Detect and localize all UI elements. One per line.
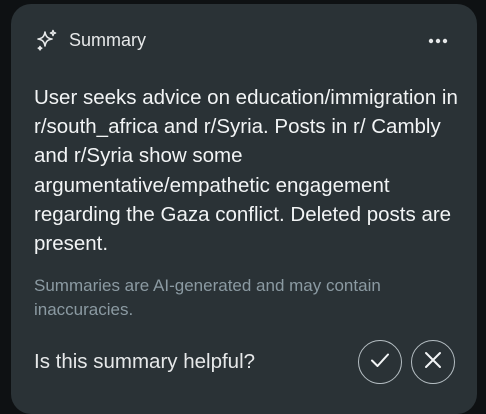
feedback-row: Is this summary helpful? <box>34 338 455 386</box>
ai-disclaimer: Summaries are AI-generated and may conta… <box>34 276 381 319</box>
summary-title: Summary <box>69 30 147 50</box>
checkmark-icon <box>369 349 391 376</box>
more-options-button[interactable] <box>423 26 453 54</box>
close-icon <box>423 350 443 375</box>
summary-card: Summary User seeks advice on education/i… <box>11 4 477 414</box>
summary-header: Summary <box>35 26 453 54</box>
more-horizontal-icon <box>428 31 448 49</box>
summary-text: User seeks advice on education/immigrati… <box>34 86 458 256</box>
sparkle-icon <box>35 28 59 52</box>
feedback-question: Is this summary helpful? <box>34 350 256 373</box>
helpful-yes-button[interactable] <box>358 340 402 384</box>
helpful-no-button[interactable] <box>411 340 455 384</box>
